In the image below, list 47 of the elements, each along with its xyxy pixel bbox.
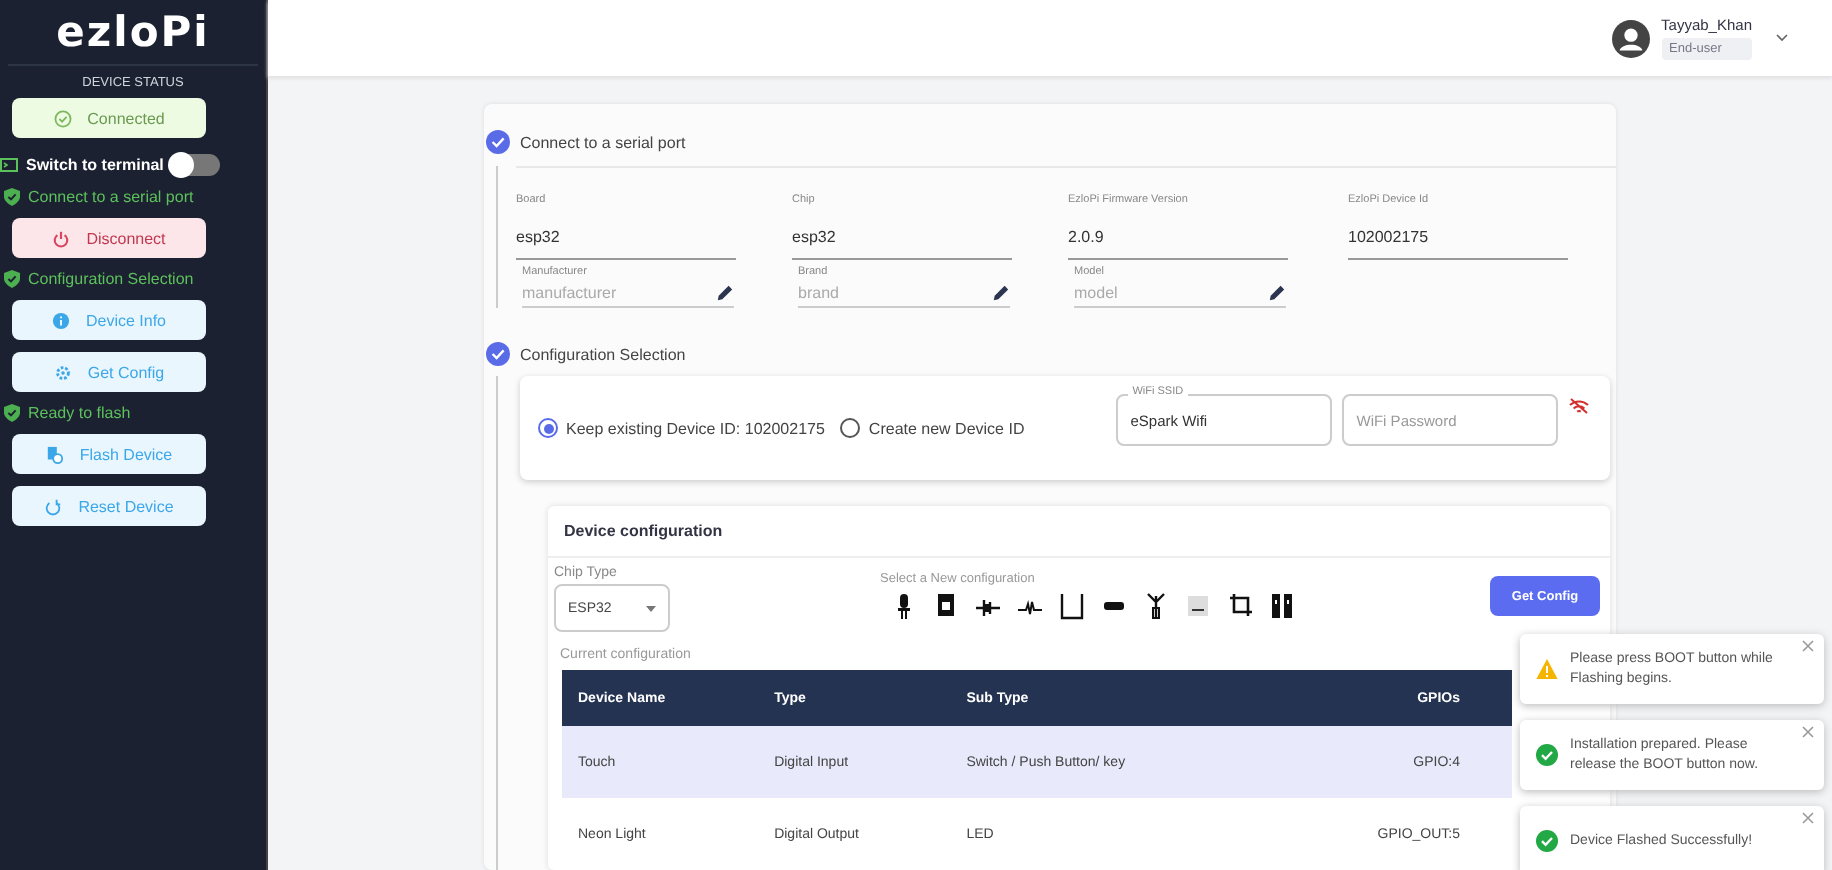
sidebar-button[interactable]: Device Info xyxy=(12,300,206,340)
warning-icon xyxy=(1536,658,1558,680)
close-icon[interactable] xyxy=(1802,640,1814,652)
pencil-icon xyxy=(992,284,1010,302)
switch-pins-icon xyxy=(1270,592,1294,620)
text-field[interactable]: model xyxy=(1074,284,1234,302)
step-title: Configuration Selection xyxy=(520,345,686,363)
document-clock-icon xyxy=(45,445,64,463)
radio-option[interactable]: Keep existing Device ID: 102002175 xyxy=(538,418,825,438)
toggle-switch[interactable] xyxy=(171,154,220,176)
section-title: Ready to flash xyxy=(28,404,131,422)
text-field[interactable]: brand xyxy=(798,284,958,302)
section-title: Connect to a serial port xyxy=(28,188,194,206)
led-icon xyxy=(892,592,916,620)
sidebar-button[interactable]: Reset Device xyxy=(12,486,206,526)
crop-icon xyxy=(1228,592,1252,620)
sidebar-button[interactable]: Get Config xyxy=(12,352,206,392)
pencil-icon xyxy=(716,284,734,302)
close-icon[interactable] xyxy=(1802,812,1814,824)
board-icon xyxy=(1186,592,1210,620)
switch-label: Switch to terminal xyxy=(26,156,164,174)
check-circle-icon xyxy=(1536,744,1558,766)
terminal-icon xyxy=(0,158,18,172)
sidebar-button[interactable]: Connected xyxy=(12,98,206,138)
logo: ezloPi xyxy=(8,0,258,66)
reset-icon xyxy=(44,497,63,515)
radio-option[interactable]: Create new Device ID xyxy=(840,418,1025,438)
check-circle-icon xyxy=(1536,830,1558,852)
avatar-icon xyxy=(1611,19,1650,57)
bracket-icon xyxy=(1060,592,1084,620)
gear-icon xyxy=(53,363,72,381)
sidebar-button[interactable]: Flash Device xyxy=(12,434,206,474)
power-icon xyxy=(52,229,71,247)
antenna-icon xyxy=(1144,592,1168,620)
panel-title: Device configuration xyxy=(548,506,1610,558)
wifi-off-icon xyxy=(1568,398,1591,414)
module-icon xyxy=(934,592,958,620)
caret-icon xyxy=(1776,34,1788,42)
sidebar-button[interactable]: Disconnect xyxy=(12,218,206,258)
text-field[interactable]: manufacturer xyxy=(522,284,682,302)
close-icon[interactable] xyxy=(1802,726,1814,738)
check-circle-icon xyxy=(53,109,72,127)
step-title: Connect to a serial port xyxy=(520,133,686,151)
dropdown-arrow-icon xyxy=(646,605,656,611)
pencil-icon xyxy=(1268,284,1286,302)
info-icon xyxy=(51,311,70,329)
section-title: Configuration Selection xyxy=(28,270,194,288)
